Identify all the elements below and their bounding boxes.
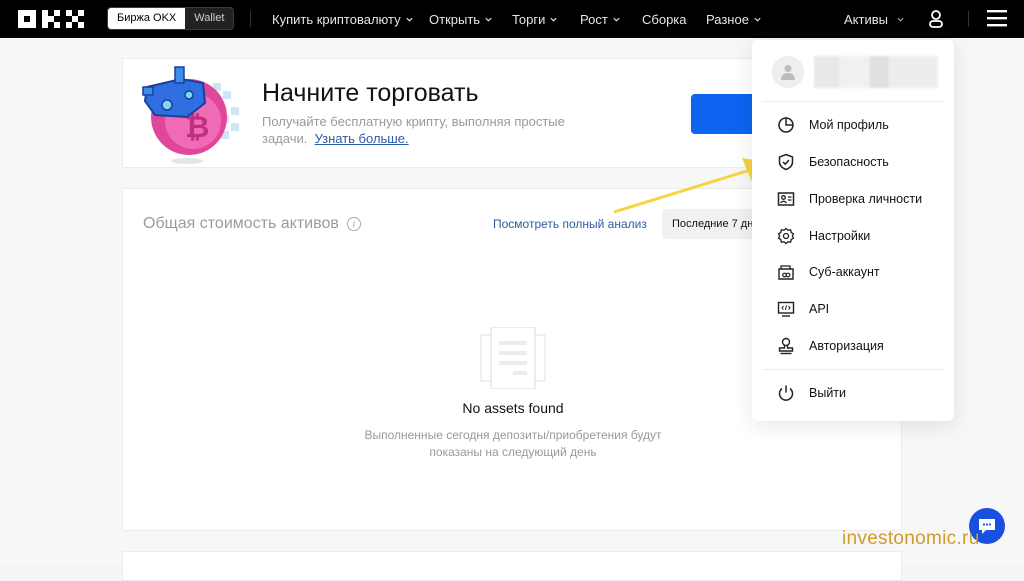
exchange-wallet-switch: Биржа OKX Wallet bbox=[107, 7, 235, 30]
next-card bbox=[122, 551, 902, 581]
promo-subtitle-text: Получайте бесплатную крипту, выполняя пр… bbox=[262, 114, 565, 146]
divider bbox=[250, 11, 251, 27]
menu-item-my-profile[interactable]: Мой профиль bbox=[752, 110, 954, 140]
menu-item-label: Суб-аккаунт bbox=[809, 265, 880, 279]
menu-item-label: Мой профиль bbox=[809, 118, 889, 132]
stamp-icon bbox=[778, 337, 794, 355]
hamburger-menu-icon[interactable] bbox=[987, 10, 1007, 27]
nav-label: Торги bbox=[512, 11, 546, 27]
id-card-icon bbox=[777, 192, 795, 206]
promo-subtitle: Получайте бесплатную крипту, выполняя пр… bbox=[262, 113, 602, 147]
menu-divider bbox=[762, 101, 944, 102]
chevron-down-icon bbox=[754, 17, 761, 22]
chevron-down-icon bbox=[550, 17, 558, 22]
power-icon bbox=[778, 385, 794, 401]
menu-item-identity-verification[interactable]: Проверка личности bbox=[752, 184, 954, 214]
promo-action-button[interactable] bbox=[691, 94, 761, 134]
divider bbox=[968, 11, 969, 27]
learn-more-link[interactable]: Узнать больше. bbox=[315, 131, 409, 146]
nav-assets[interactable]: Активы bbox=[844, 0, 905, 38]
menu-item-label: Проверка личности bbox=[809, 192, 923, 206]
menu-item-label: API bbox=[809, 302, 830, 316]
crypto-mascot-illustration: ₿ bbox=[142, 66, 239, 164]
menu-item-settings[interactable]: Настройки bbox=[752, 221, 954, 251]
empty-document-icon bbox=[480, 327, 546, 389]
wallet-tab[interactable]: Wallet bbox=[185, 8, 233, 29]
okx-logo[interactable] bbox=[18, 10, 84, 28]
total-assets-heading: Общая стоимость активов i bbox=[143, 215, 361, 233]
top-navigation-bar: Биржа OKX Wallet Купить криптовалюту Отк… bbox=[0, 0, 1024, 38]
user-icon[interactable] bbox=[928, 9, 944, 29]
nav-buy-crypto[interactable]: Купить криптовалюту bbox=[272, 0, 414, 38]
empty-subtitle-line-2: показаны на следующий день bbox=[429, 445, 597, 459]
nav-grow[interactable]: Рост bbox=[580, 0, 621, 38]
nav-label: Сборка bbox=[642, 11, 687, 27]
menu-item-label: Настройки bbox=[809, 229, 871, 243]
nav-label: Открыть bbox=[429, 11, 481, 27]
user-silhouette-icon bbox=[781, 65, 795, 80]
watermark: investonomic.ru bbox=[842, 528, 980, 549]
chevron-down-icon bbox=[406, 17, 413, 22]
nav-label: Разное bbox=[706, 11, 749, 27]
nav-trade[interactable]: Торги bbox=[512, 0, 558, 38]
chevron-down-icon bbox=[485, 17, 492, 22]
empty-subtitle-line-1: Выполненные сегодня депозиты/приобретени… bbox=[364, 428, 662, 442]
menu-item-sub-account[interactable]: Суб-аккаунт bbox=[752, 257, 954, 287]
nav-label: Активы bbox=[844, 11, 888, 27]
menu-divider bbox=[762, 369, 944, 370]
empty-state-subtitle: Выполненные сегодня депозиты/приобретени… bbox=[123, 427, 903, 461]
menu-item-authorization[interactable]: Авторизация bbox=[752, 331, 954, 361]
nav-build[interactable]: Сборка bbox=[642, 0, 687, 38]
nav-open[interactable]: Открыть bbox=[429, 0, 493, 38]
menu-item-label: Безопасность bbox=[809, 155, 889, 169]
menu-item-api[interactable]: API bbox=[752, 294, 954, 324]
blurred-username bbox=[814, 56, 938, 88]
menu-item-logout[interactable]: Выйти bbox=[752, 378, 954, 408]
nav-label: Рост bbox=[580, 11, 608, 27]
chevron-down-icon bbox=[897, 17, 904, 22]
gear-icon bbox=[777, 227, 795, 245]
total-assets-title: Общая стоимость активов bbox=[143, 215, 339, 232]
pie-chart-icon bbox=[778, 117, 794, 133]
avatar bbox=[772, 56, 804, 88]
exchange-tab[interactable]: Биржа OKX bbox=[108, 8, 186, 29]
sub-account-icon bbox=[778, 265, 794, 280]
chevron-down-icon bbox=[613, 17, 620, 22]
promo-title: Начните торговать bbox=[262, 79, 479, 107]
menu-item-label: Авторизация bbox=[809, 339, 884, 353]
info-icon[interactable]: i bbox=[346, 217, 361, 231]
shield-check-icon bbox=[778, 153, 794, 171]
menu-item-security[interactable]: Безопасность bbox=[752, 147, 954, 177]
chat-icon bbox=[979, 519, 995, 534]
user-dropdown-menu: Мой профиль Безопасность Проверка личнос… bbox=[752, 40, 954, 421]
nav-label: Купить криптовалюту bbox=[272, 11, 401, 27]
api-icon bbox=[777, 301, 795, 317]
menu-item-label: Выйти bbox=[809, 386, 847, 400]
nav-more[interactable]: Разное bbox=[706, 0, 762, 38]
